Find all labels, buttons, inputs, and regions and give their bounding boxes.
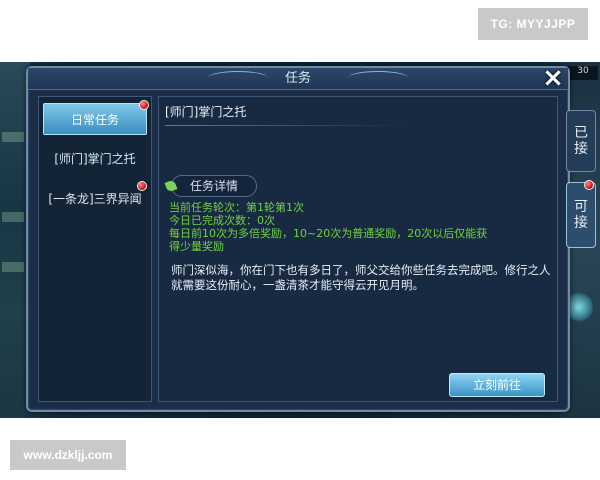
background-decor: [2, 132, 24, 142]
task-reward-line: 每日前10次为多倍奖励，10~20次为普通奖励，20次以后仅能获: [169, 227, 488, 240]
task-detail-panel: [师门]掌门之托 任务详情 当前任务轮次：第1轮第1次 今日已完成次数：0次 每…: [158, 96, 558, 402]
task-category-list: 日常任务 [师门]掌门之托 [一条龙]三界异闻: [38, 96, 152, 402]
task-details-badge: 任务详情: [164, 175, 257, 197]
category-label: [师门]掌门之托: [54, 152, 136, 166]
background-decor: [2, 262, 24, 272]
task-round-line: 当前任务轮次：第1轮第1次: [169, 201, 304, 214]
tab-accepted-label: 已接: [574, 125, 588, 157]
background-decor: [2, 212, 24, 222]
close-icon: ×: [542, 63, 564, 93]
category-dragon-task[interactable]: [一条龙]三界异闻: [43, 183, 147, 215]
tab-accepted[interactable]: 已接: [566, 110, 596, 172]
close-button[interactable]: ×: [540, 63, 566, 93]
go-now-button[interactable]: 立刻前往: [449, 373, 545, 397]
category-label: [一条龙]三界异闻: [48, 192, 142, 206]
category-daily-tasks[interactable]: 日常任务: [43, 103, 147, 135]
dialog-title: 任务: [284, 71, 311, 86]
game-screen: 30 任务 × 日常任务 [师门]掌门之托 [一条龙]三界异闻 [师门]掌门之托…: [0, 62, 600, 418]
watermark-top: TG: MYYJJPP: [478, 8, 588, 40]
leaf-icon: [164, 179, 178, 193]
details-label: 任务详情: [189, 179, 238, 193]
category-sect-task[interactable]: [师门]掌门之托: [43, 143, 147, 175]
tab-available[interactable]: 可接: [566, 182, 596, 248]
task-dialog: 任务 × 日常任务 [师门]掌门之托 [一条龙]三界异闻 [师门]掌门之托 任务…: [26, 63, 570, 412]
alert-dot-icon: [137, 181, 147, 191]
watermark-bottom: www.dzkljj.com: [10, 440, 126, 470]
task-reward-line-cont: 得少量奖励: [169, 240, 224, 253]
task-title: [师门]掌门之托: [165, 105, 247, 119]
tab-available-label: 可接: [574, 199, 588, 231]
alert-dot-icon: [584, 180, 594, 190]
dialog-title-bar: 任务 ×: [28, 63, 568, 93]
go-now-label: 立刻前往: [472, 378, 521, 392]
task-completed-line: 今日已完成次数：0次: [169, 214, 275, 227]
task-description: 师门深似海，你在门下也有多日了，师父交给你些任务去完成吧。修行之人就需要这份耐心…: [171, 263, 551, 292]
alert-dot-icon: [139, 100, 149, 110]
level-badge: 30: [568, 66, 598, 80]
divider: [165, 125, 405, 126]
category-label: 日常任务: [70, 113, 119, 127]
